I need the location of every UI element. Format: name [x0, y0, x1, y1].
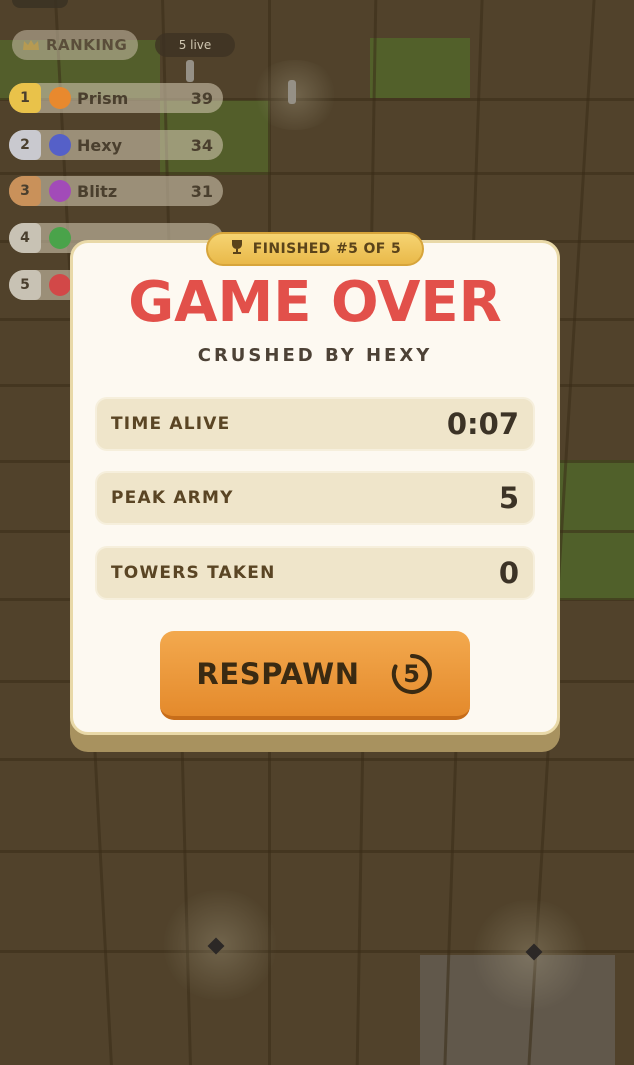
player-color-dot: [49, 274, 71, 296]
player-name: Blitz: [77, 181, 118, 201]
game-over-title: GAME OVER: [128, 270, 502, 335]
finish-badge: FINISHED #5 OF 5: [206, 232, 424, 266]
stat-label: PEAK ARMY: [111, 488, 234, 508]
player-color-dot: [49, 134, 71, 156]
ranking-row: 3 Blitz 31: [9, 176, 223, 206]
countdown-timer: 5: [390, 652, 434, 696]
countdown-value: 5: [403, 659, 420, 688]
stat-value: 5: [498, 481, 519, 515]
stat-label: TOWERS TAKEN: [111, 563, 276, 583]
rank-number: 3: [9, 176, 41, 206]
player-color-dot: [49, 180, 71, 202]
ranking-row: 2 Hexy 34: [9, 130, 223, 160]
stat-label: TIME ALIVE: [111, 414, 231, 434]
rank-number: 4: [9, 223, 41, 253]
stat-peak-army: PEAK ARMY 5: [95, 471, 535, 525]
defeat-subtitle: CRUSHED BY HEXY: [197, 345, 433, 366]
rank-number: 1: [9, 83, 41, 113]
stat-value: 0: [498, 556, 519, 590]
live-count-pill: 5 live: [155, 33, 235, 57]
trophy-icon: [229, 239, 245, 259]
stat-time-alive: TIME ALIVE 0:07: [95, 397, 535, 451]
crown-icon: [22, 36, 40, 55]
stat-value: 0:07: [446, 407, 519, 441]
player-score: 34: [190, 135, 213, 155]
player-name: Prism: [77, 88, 129, 108]
player-score: 39: [190, 88, 213, 108]
stat-towers-taken: TOWERS TAKEN 0: [95, 546, 535, 600]
ranking-header: RANKING: [12, 30, 138, 60]
player-color-dot: [49, 227, 71, 249]
finish-text: FINISHED #5 OF 5: [252, 241, 402, 257]
ranking-row: 1 Prism 39: [9, 83, 223, 113]
live-count: 5 live: [178, 38, 212, 52]
player-score: 31: [190, 181, 213, 201]
rank-number: 5: [9, 270, 41, 300]
player-name: Hexy: [77, 135, 122, 155]
ranking-title: RANKING: [46, 36, 128, 54]
top-hud-stub: [12, 0, 68, 8]
respawn-label: RESPAWN: [196, 656, 360, 691]
rank-number: 2: [9, 130, 41, 160]
player-color-dot: [49, 87, 71, 109]
respawn-button[interactable]: RESPAWN 5: [160, 631, 470, 720]
